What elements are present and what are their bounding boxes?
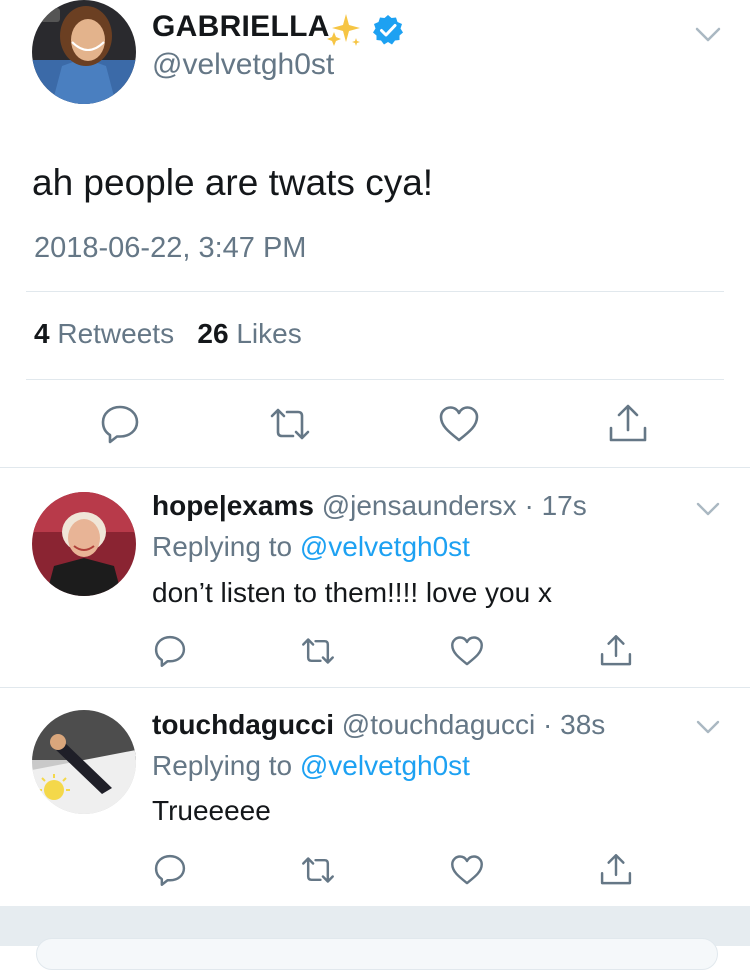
retweet-icon <box>302 638 334 664</box>
chevron-down-icon[interactable] <box>694 494 722 522</box>
like-label[interactable]: Likes <box>236 318 301 349</box>
like-button[interactable] <box>437 402 481 446</box>
reply-text: Trueeeee <box>152 795 271 826</box>
share-button[interactable] <box>598 852 634 888</box>
retweet-count[interactable]: 4 <box>34 318 50 349</box>
replying-to-mention[interactable]: @velvetgh0st <box>300 750 470 781</box>
main-avatar[interactable] <box>32 0 136 104</box>
retweet-icon <box>302 857 334 883</box>
reply-header: touchdagucci @touchdagucci · 38s <box>152 709 606 740</box>
reply-text: don’t listen to them!!!! love you x <box>152 577 552 608</box>
divider <box>0 687 750 688</box>
retweet-button[interactable] <box>268 402 312 446</box>
retweet-button[interactable] <box>300 633 336 669</box>
display-name[interactable]: GABRIELLA <box>152 10 330 44</box>
share-icon <box>600 635 632 666</box>
retweet-label[interactable]: Retweets <box>57 318 174 349</box>
reply-author-handle[interactable]: @jensaundersx <box>322 490 517 521</box>
reply-avatar[interactable] <box>32 710 136 814</box>
replying-to-label: Replying to <box>152 750 300 781</box>
retweet-button[interactable] <box>300 852 336 888</box>
main-handle[interactable]: @velvetgh0st <box>152 48 334 82</box>
reply-button[interactable] <box>152 852 188 888</box>
reply-button[interactable] <box>152 633 188 669</box>
tweet-stats: 4 Retweets 26 Likes <box>34 318 302 350</box>
reply-time: 38s <box>560 709 606 740</box>
tweet-text: ah people are twats cya! <box>32 162 434 203</box>
replying-to: Replying to @velvetgh0st <box>152 750 470 782</box>
like-button[interactable] <box>449 852 485 888</box>
reply-composer-field[interactable] <box>36 938 718 970</box>
chevron-down-icon[interactable] <box>692 18 724 50</box>
replying-to: Replying to @velvetgh0st <box>152 531 470 563</box>
share-icon <box>600 854 632 885</box>
reply-icon <box>154 635 186 667</box>
replying-to-mention[interactable]: @velvetgh0st <box>300 531 470 562</box>
reply-author-name[interactable]: touchdagucci <box>152 709 334 740</box>
retweet-icon <box>270 408 310 440</box>
verified-icon <box>372 14 404 46</box>
reply-icon <box>101 405 139 444</box>
reply-avatar[interactable] <box>32 492 136 596</box>
heart-icon <box>451 636 483 666</box>
tweet-timestamp: 2018-06-22, 3:47 PM <box>34 232 307 264</box>
heart-icon <box>439 406 479 442</box>
like-button[interactable] <box>449 633 485 669</box>
share-button[interactable] <box>598 633 634 669</box>
divider <box>26 291 724 292</box>
replying-to-label: Replying to <box>152 531 300 562</box>
reply-author-name[interactable]: hope|exams <box>152 490 314 521</box>
reply-icon <box>154 854 186 886</box>
divider <box>0 467 750 468</box>
chevron-down-icon[interactable] <box>694 712 722 740</box>
reply-author-handle[interactable]: @touchdagucci <box>342 709 535 740</box>
share-button[interactable] <box>606 402 650 446</box>
reply-header: hope|exams @jensaundersx · 17s <box>152 490 587 521</box>
divider <box>26 379 724 380</box>
like-count[interactable]: 26 <box>197 318 228 349</box>
reply-button[interactable] <box>98 402 142 446</box>
share-icon <box>609 404 647 442</box>
reply-time: 17s <box>541 490 587 521</box>
heart-icon <box>451 855 483 885</box>
sparkles-icon <box>326 12 362 48</box>
